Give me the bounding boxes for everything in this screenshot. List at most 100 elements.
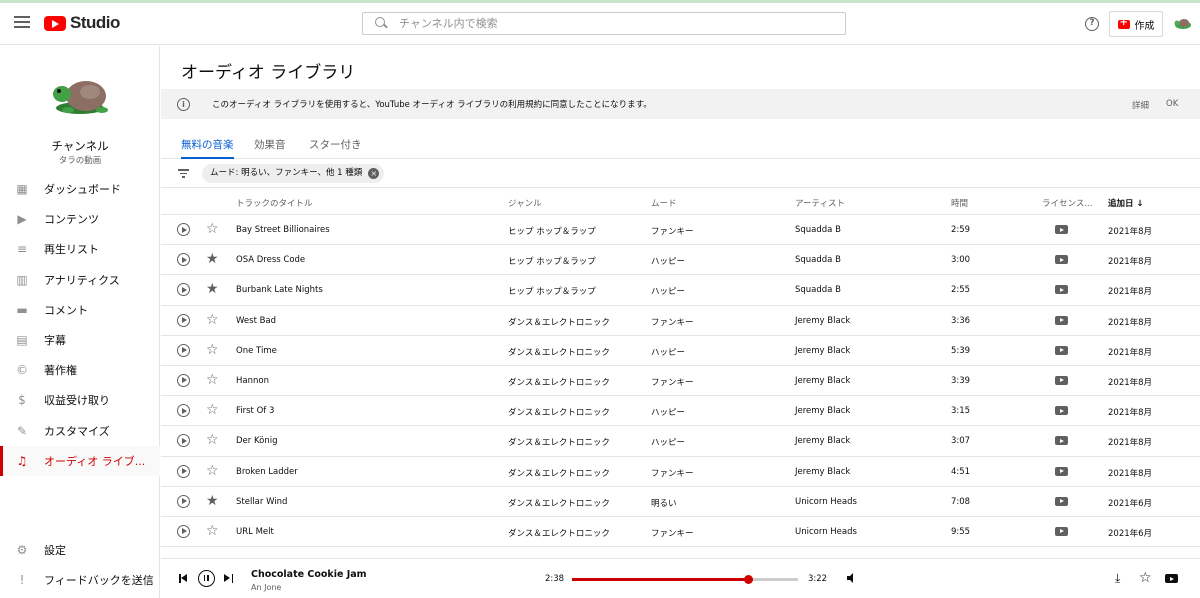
table-row[interactable]: ★ Stellar Wind ダンス＆エレクトロニック 明るい Unicorn Head… <box>161 487 1200 517</box>
tab-starred[interactable]: スター付き <box>309 137 362 159</box>
column-header-artist[interactable]: アーティスト <box>795 197 845 209</box>
track-artist: Jeremy Black <box>795 345 851 356</box>
table-row[interactable]: ★ OSA Dress Code ヒップ ホップ＆ラップ ハッピー Squadda B 3… <box>161 245 1200 276</box>
track-genre: ダンス＆エレクトロニック <box>508 528 610 539</box>
column-header-title[interactable]: トラックのタイトル <box>236 197 313 209</box>
progress-knob[interactable] <box>743 575 753 584</box>
table-row[interactable]: ☆ Hannon ダンス＆エレクトロニック ファンキー Jeremy Black 3:39… <box>161 366 1200 397</box>
play-icon[interactable] <box>177 313 190 327</box>
sidebar-item-analytics[interactable]: ▥ アナリティクス <box>0 265 160 295</box>
star-icon[interactable]: ☆ <box>206 342 219 358</box>
youtube-license-icon[interactable] <box>1055 406 1068 416</box>
next-track-icon[interactable] <box>224 574 233 583</box>
track-title: Der König <box>236 436 278 447</box>
track-artist: Jeremy Black <box>795 406 851 417</box>
column-header-mood[interactable]: ムード <box>651 197 677 209</box>
youtube-license-icon[interactable] <box>1055 496 1068 506</box>
tracks-table: トラックのタイトル ジャンル ムード アーティスト 時間 ライセンス... 追加… <box>161 188 1200 548</box>
table-row[interactable]: ☆ URL Melt ダンス＆エレクトロニック ファンキー Unicorn Heads 9… <box>161 517 1200 548</box>
account-avatar[interactable] <box>1174 16 1192 30</box>
create-button[interactable]: 作成 <box>1109 11 1163 37</box>
sidebar-item-copyright[interactable]: © 著作権 <box>0 355 160 385</box>
sidebar-item-comments[interactable]: ▬ コメント <box>0 295 160 325</box>
filter-chip-mood[interactable]: ムード: 明るい、ファンキー、他 1 種類 × <box>202 164 385 183</box>
star-icon[interactable]: ★ <box>206 493 219 509</box>
play-icon[interactable] <box>177 494 190 508</box>
sidebar-item-feedback[interactable]: ! フィードバックを送信 <box>0 565 160 595</box>
youtube-license-icon[interactable] <box>1055 255 1068 265</box>
sidebar-item-dashboard[interactable]: ▦ ダッシュボード <box>0 174 160 204</box>
youtube-license-icon[interactable] <box>1055 436 1068 446</box>
filter-icon[interactable] <box>178 169 189 178</box>
youtube-icon[interactable] <box>1165 574 1178 583</box>
column-header-added[interactable]: 追加日 ↓ <box>1108 197 1144 209</box>
play-icon[interactable] <box>177 464 190 478</box>
star-icon[interactable]: ☆ <box>206 523 219 539</box>
studio-logo[interactable]: Studio <box>44 13 120 33</box>
ok-button[interactable]: OK <box>1166 99 1178 109</box>
star-icon[interactable]: ☆ <box>206 312 219 328</box>
column-header-genre[interactable]: ジャンル <box>508 197 542 209</box>
youtube-license-icon[interactable] <box>1055 466 1068 476</box>
sidebar-item-content[interactable]: ▶ コンテンツ <box>0 204 160 234</box>
star-icon[interactable]: ☆ <box>206 402 219 418</box>
play-icon[interactable] <box>177 524 190 538</box>
column-header-duration[interactable]: 時間 <box>951 197 968 209</box>
play-icon[interactable] <box>177 343 190 357</box>
subtitles-icon: ▤ <box>16 333 28 348</box>
play-icon[interactable] <box>177 373 190 387</box>
channel-avatar[interactable] <box>50 74 112 116</box>
pause-icon[interactable] <box>198 570 215 587</box>
youtube-license-icon[interactable] <box>1055 375 1068 385</box>
table-row[interactable]: ☆ Bay Street Billionaires ヒップ ホップ＆ラップ ファンキー… <box>161 215 1200 246</box>
top-bar: Studio ? 作成 <box>0 3 1200 45</box>
details-link[interactable]: 詳細 <box>1132 99 1149 111</box>
star-icon[interactable]: ☆ <box>206 372 219 388</box>
sidebar-item-subtitles[interactable]: ▤ 字幕 <box>0 325 160 355</box>
track-mood: ハッピー <box>651 257 686 268</box>
play-icon[interactable] <box>177 283 190 297</box>
youtube-license-icon[interactable] <box>1055 285 1068 295</box>
tab-sound-effects[interactable]: 効果音 <box>254 137 286 159</box>
star-icon[interactable]: ☆ <box>1139 570 1152 586</box>
column-header-license[interactable]: ライセンス... <box>1042 197 1092 209</box>
star-icon[interactable]: ☆ <box>206 463 219 479</box>
search-box[interactable] <box>362 12 846 35</box>
comment-icon: ▬ <box>16 302 28 317</box>
progress-bar[interactable] <box>572 575 798 584</box>
sidebar-item-label: 設定 <box>44 544 66 558</box>
play-icon[interactable] <box>177 434 190 448</box>
table-row[interactable]: ☆ Der König ダンス＆エレクトロニック ハッピー Jeremy Black 3:… <box>161 426 1200 457</box>
previous-track-icon[interactable] <box>179 574 188 583</box>
table-row[interactable]: ☆ Broken Ladder ダンス＆エレクトロニック ファンキー Jeremy Bl… <box>161 457 1200 487</box>
table-row[interactable]: ☆ West Bad ダンス＆エレクトロニック ファンキー Jeremy Black 3:… <box>161 306 1200 336</box>
sidebar-item-earn[interactable]: $ 収益受け取り <box>0 385 160 415</box>
download-icon[interactable]: ⤓ <box>1115 572 1127 584</box>
play-icon[interactable] <box>177 223 190 236</box>
play-icon[interactable] <box>177 404 190 418</box>
sidebar-item-audio-library[interactable]: ♫ オーディオ ライブ... <box>0 445 160 477</box>
help-icon[interactable]: ? <box>1085 17 1099 31</box>
search-icon[interactable] <box>373 16 389 32</box>
youtube-license-icon[interactable] <box>1055 526 1068 536</box>
youtube-license-icon[interactable] <box>1055 315 1068 325</box>
play-icon[interactable] <box>177 253 190 267</box>
sidebar-item-settings[interactable]: ⚙ 設定 <box>0 535 160 565</box>
table-row[interactable]: ☆ First Of 3 ダンス＆エレクトロニック ハッピー Jeremy Black 3… <box>161 396 1200 427</box>
star-icon[interactable]: ☆ <box>206 432 219 448</box>
table-row[interactable]: ★ Burbank Late Nights ヒップ ホップ＆ラップ ハッピー Squad… <box>161 275 1200 306</box>
menu-icon[interactable] <box>14 16 30 30</box>
search-input[interactable] <box>399 17 819 30</box>
star-icon[interactable]: ☆ <box>206 221 219 237</box>
volume-icon[interactable] <box>847 573 859 583</box>
table-row[interactable]: ☆ One Time ダンス＆エレクトロニック ハッピー Jeremy Black 5:3… <box>161 336 1200 366</box>
sidebar-item-playlists[interactable]: ≡ 再生リスト <box>0 234 160 264</box>
tab-free-music[interactable]: 無料の音楽 <box>181 137 234 159</box>
track-mood: ファンキー <box>651 468 694 479</box>
youtube-license-icon[interactable] <box>1055 225 1068 234</box>
sidebar-item-customization[interactable]: ✎ カスタマイズ <box>0 416 160 446</box>
star-icon[interactable]: ★ <box>206 251 219 267</box>
close-icon[interactable]: × <box>368 168 380 179</box>
star-icon[interactable]: ★ <box>206 281 219 297</box>
youtube-license-icon[interactable] <box>1055 345 1068 355</box>
